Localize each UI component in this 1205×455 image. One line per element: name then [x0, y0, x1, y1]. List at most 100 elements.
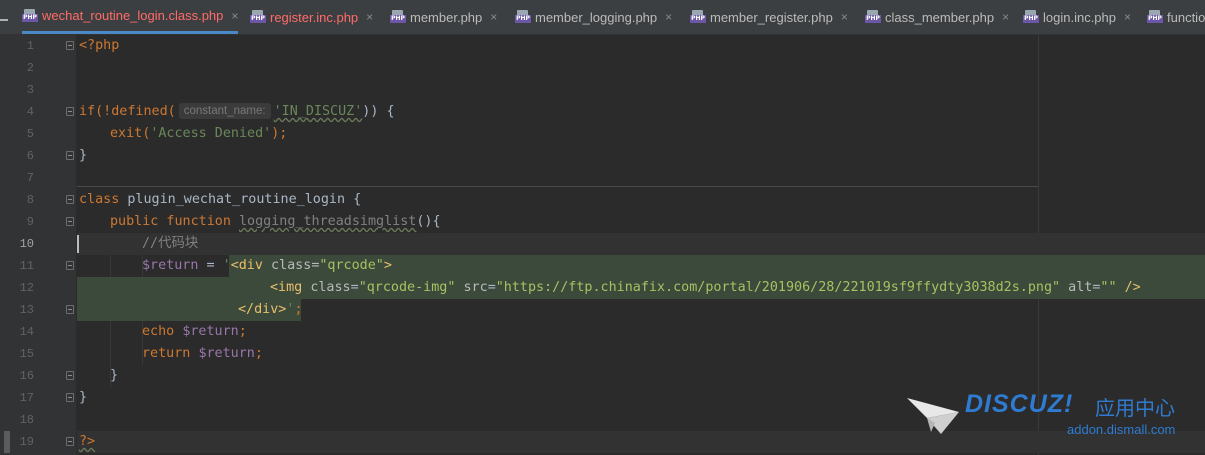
tab-wechat-routine-login[interactable]: PHP wechat_routine_login.class.php ×: [22, 0, 239, 34]
close-icon[interactable]: ×: [231, 9, 238, 23]
fold-marker-icon[interactable]: [66, 151, 74, 160]
fold-marker-icon[interactable]: [66, 437, 74, 446]
code-punct: ;: [238, 324, 247, 339]
code-punct: );: [271, 126, 288, 141]
code-line-1[interactable]: 1 <?php: [0, 35, 1205, 57]
code-comment: //代码块: [142, 236, 199, 251]
line-number: 7: [26, 171, 34, 185]
code-line-2[interactable]: 2: [0, 57, 1205, 79]
line-number: 6: [26, 149, 34, 163]
html-attr: alt: [1068, 280, 1093, 295]
fold-marker-icon[interactable]: [66, 41, 74, 50]
code-text: </div>';: [238, 299, 303, 321]
code-line-6[interactable]: 6 }: [0, 145, 1205, 167]
code-punct: =: [198, 258, 223, 273]
code-line-7[interactable]: 7: [0, 167, 1205, 189]
current-line-highlight: [77, 233, 1205, 255]
code-text: public function logging_threadsimglist()…: [110, 211, 441, 233]
code-line-12[interactable]: 12 <img class="qrcode-img" src="https://…: [0, 277, 1205, 299]
line-number: 8: [26, 193, 34, 207]
code-text: return $return;: [142, 343, 263, 365]
tab-label: member_register.php: [710, 9, 833, 25]
fold-marker-icon[interactable]: [66, 107, 74, 116]
close-icon[interactable]: ×: [1002, 10, 1009, 24]
php-file-icon: PHP: [1147, 9, 1163, 25]
html-attr-value: "https://ftp.chinafix.com/portal/201906/…: [495, 280, 1061, 295]
line-number: 1: [26, 39, 34, 53]
line-number: 15: [19, 347, 34, 361]
tab-member[interactable]: PHP member.php ×: [390, 0, 497, 34]
variable-return: $return: [182, 324, 239, 339]
html-tag: />: [1116, 280, 1141, 295]
php-file-icon: PHP: [1023, 9, 1039, 25]
html-attr-value: "qrcode": [319, 258, 384, 273]
watermark-cn-label: 应用中心: [1095, 396, 1175, 420]
tab-label: functio: [1167, 9, 1205, 25]
code-text: ?>: [79, 431, 95, 453]
fold-marker-icon[interactable]: [66, 371, 74, 380]
html-attr-value: "qrcode-img": [358, 280, 456, 295]
tab-list-menu-icon[interactable]: [0, 19, 8, 21]
tab-label: member.php: [410, 9, 483, 25]
code-line-5[interactable]: 5 exit('Access Denied');: [0, 123, 1205, 145]
html-attr-value: "": [1100, 280, 1117, 295]
php-close-tag: ?>: [79, 434, 96, 449]
code-line-4[interactable]: 4 if(!defined(constant_name: 'IN_DISCUZ')…: [0, 101, 1205, 123]
close-icon[interactable]: ×: [665, 10, 672, 24]
line-number: 18: [19, 413, 34, 427]
line-number: 16: [19, 369, 34, 383]
fold-marker-icon[interactable]: [66, 393, 74, 402]
code-text: class plugin_wechat_routine_login {: [79, 189, 361, 211]
paper-plane-icon: [907, 398, 959, 434]
code-line-14[interactable]: 14 echo $return;: [0, 321, 1205, 343]
tab-member-logging[interactable]: PHP member_logging.php ×: [515, 0, 672, 34]
tab-label: member_logging.php: [535, 9, 658, 25]
code-text: }: [110, 365, 118, 387]
tab-login-inc[interactable]: PHP login.inc.php ×: [1023, 0, 1131, 34]
tab-register-inc[interactable]: PHP register.inc.php ×: [250, 0, 373, 34]
tab-class-member[interactable]: PHP class_member.php ×: [865, 0, 1009, 34]
string-literal: 'IN_DISCUZ': [273, 104, 363, 119]
fold-marker-icon[interactable]: [66, 195, 74, 204]
code-line-11[interactable]: 11 $return = '<div class="qrcode">: [0, 255, 1205, 277]
code-line-9[interactable]: 9 public function logging_threadsimglist…: [0, 211, 1205, 233]
code-line-13[interactable]: 13 </div>';: [0, 299, 1205, 321]
tab-member-register[interactable]: PHP member_register.php ×: [690, 0, 848, 34]
parameter-hint: constant_name:: [178, 103, 271, 119]
php-file-icon: PHP: [22, 8, 38, 24]
watermark-domain: addon.dismall.com: [1067, 422, 1176, 437]
fold-marker-icon[interactable]: [66, 305, 74, 314]
variable-return: $return: [142, 258, 199, 273]
close-icon[interactable]: ×: [1124, 10, 1131, 24]
code-line-3[interactable]: 3: [0, 79, 1205, 101]
close-icon[interactable]: ×: [366, 10, 373, 24]
php-file-icon: PHP: [390, 9, 406, 25]
code-text: //代码块: [142, 233, 198, 255]
code-line-8[interactable]: 8 class plugin_wechat_routine_login {: [0, 189, 1205, 211]
class-name: plugin_wechat_routine_login {: [119, 192, 362, 207]
code-text: <?php: [79, 35, 119, 57]
line-number: 19: [19, 435, 34, 449]
line-number: 11: [19, 259, 34, 273]
code-line-10[interactable]: 10 //代码块: [0, 233, 1205, 255]
line-number: 12: [19, 281, 34, 295]
tab-functio[interactable]: PHP functio: [1147, 0, 1205, 34]
code-punct: ;: [254, 346, 263, 361]
tab-label: class_member.php: [885, 9, 995, 25]
php-file-icon: PHP: [690, 9, 706, 25]
fold-marker-icon[interactable]: [66, 261, 74, 270]
function-name: logging_threadsimglist: [239, 214, 417, 229]
tab-label: register.inc.php: [270, 9, 359, 25]
code-line-15[interactable]: 15 return $return;: [0, 343, 1205, 365]
code-punct: (){: [416, 214, 441, 229]
tab-label: wechat_routine_login.class.php: [42, 8, 224, 23]
html-tag: <div: [230, 258, 271, 273]
editor-tab-bar: PHP wechat_routine_login.class.php × PHP…: [0, 0, 1205, 35]
php-file-icon: PHP: [515, 9, 531, 25]
html-attr: src: [463, 280, 488, 295]
close-icon[interactable]: ×: [490, 10, 497, 24]
code-line-16[interactable]: 16 }: [0, 365, 1205, 387]
fold-marker-icon[interactable]: [66, 217, 74, 226]
close-icon[interactable]: ×: [841, 10, 848, 24]
html-attr: class: [271, 258, 312, 273]
